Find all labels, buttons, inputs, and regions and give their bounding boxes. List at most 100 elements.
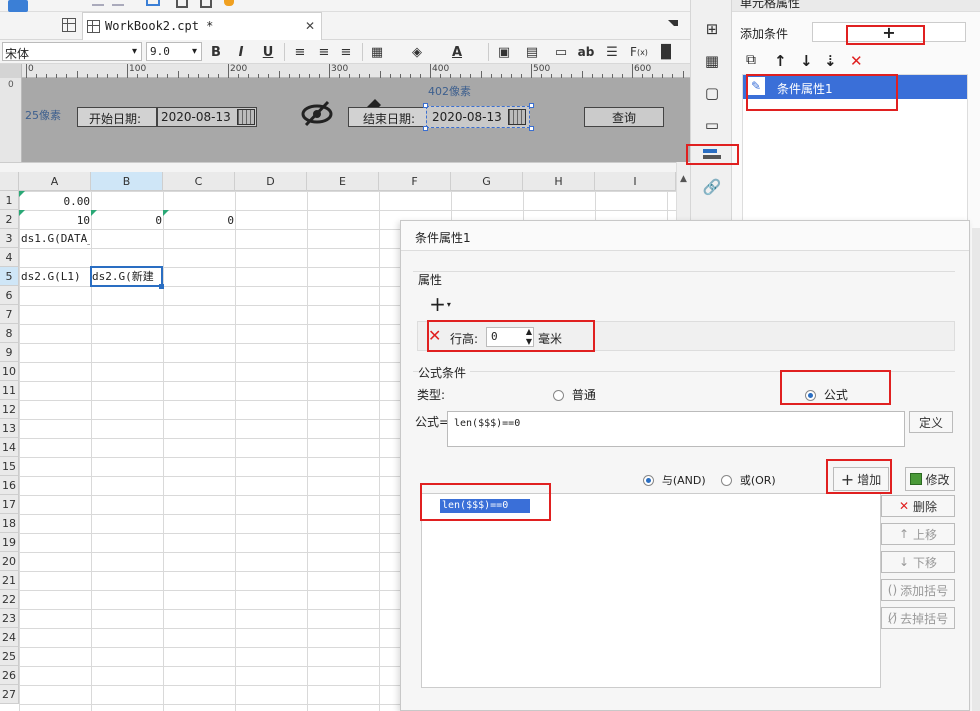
- row-header-11[interactable]: 11: [0, 381, 19, 400]
- row-header-21[interactable]: 21: [0, 571, 19, 590]
- column-header-g[interactable]: G: [451, 172, 523, 191]
- row-header-10[interactable]: 10: [0, 362, 19, 381]
- widget-icon[interactable]: ▭: [701, 114, 723, 136]
- row-header-18[interactable]: 18: [0, 514, 19, 533]
- or-radio[interactable]: 或(OR): [721, 472, 776, 488]
- move-bottom-icon[interactable]: ⇣: [824, 52, 837, 70]
- merge-cell-icon[interactable]: ▣: [495, 43, 513, 61]
- brush-icon[interactable]: [224, 0, 234, 6]
- outer-scrollbar[interactable]: [972, 228, 980, 711]
- type-formula-radio[interactable]: 公式: [805, 386, 848, 403]
- row-header-3[interactable]: 3: [0, 229, 19, 248]
- resize-handle[interactable]: [529, 103, 534, 108]
- row-header-5[interactable]: 5: [0, 267, 19, 286]
- fill-color-icon[interactable]: ◈: [408, 43, 426, 61]
- chart-icon[interactable]: ▐▌: [656, 43, 676, 61]
- delete-icon[interactable]: ✕: [850, 52, 863, 70]
- copy-icon[interactable]: ⧉: [746, 52, 756, 68]
- spinner-down-icon[interactable]: ▼: [526, 337, 532, 346]
- add-bracket-button[interactable]: () 添加括号: [881, 579, 955, 601]
- move-down-icon[interactable]: ↓: [800, 52, 813, 70]
- row-header-24[interactable]: 24: [0, 628, 19, 647]
- row-header-27[interactable]: 27: [0, 685, 19, 704]
- remove-attribute-icon[interactable]: ✕: [428, 326, 441, 345]
- tab-close-icon[interactable]: ✕: [305, 19, 315, 33]
- app-menu-icon[interactable]: [8, 0, 28, 12]
- row-height-input[interactable]: 0 ▲ ▼: [486, 327, 534, 347]
- row-header-6[interactable]: 6: [0, 286, 19, 305]
- cell-element-icon[interactable]: ▦: [701, 50, 723, 72]
- paragraph-icon[interactable]: ☰: [603, 43, 621, 61]
- italic-icon[interactable]: I: [232, 43, 250, 61]
- font-name-select[interactable]: 宋体 ▾: [2, 42, 142, 61]
- scroll-up-icon[interactable]: ▲: [680, 174, 687, 184]
- formula-icon[interactable]: F (x): [630, 43, 648, 61]
- modify-button[interactable]: 修改: [905, 467, 955, 491]
- row-header-8[interactable]: 8: [0, 324, 19, 343]
- undo-icon[interactable]: [92, 0, 104, 6]
- row-header-14[interactable]: 14: [0, 438, 19, 457]
- column-header-a[interactable]: A: [19, 172, 91, 191]
- redo-icon[interactable]: [112, 0, 124, 6]
- font-size-select[interactable]: 9.0 ▾: [146, 42, 202, 61]
- and-radio[interactable]: 与(AND): [643, 472, 706, 488]
- paste-icon[interactable]: [200, 0, 212, 8]
- move-up-icon[interactable]: ↑: [774, 52, 787, 70]
- column-header-e[interactable]: E: [307, 172, 379, 191]
- column-header-f[interactable]: F: [379, 172, 451, 191]
- cell-a2[interactable]: 10: [20, 211, 90, 230]
- sheet-grid-icon[interactable]: [62, 18, 76, 32]
- tab-menu-icon[interactable]: [668, 20, 678, 30]
- add-condition-button[interactable]: + 增加: [833, 467, 889, 491]
- row-header-12[interactable]: 12: [0, 400, 19, 419]
- row-header-22[interactable]: 22: [0, 590, 19, 609]
- cell-c2[interactable]: 0: [164, 211, 234, 230]
- delete-button[interactable]: ✕ 删除: [881, 495, 955, 517]
- insert-row-icon[interactable]: ▭: [552, 43, 570, 61]
- cell-b2[interactable]: 0: [92, 211, 162, 230]
- align-center-icon[interactable]: ≡: [315, 43, 333, 61]
- resize-handle[interactable]: [423, 103, 428, 108]
- border-icon[interactable]: ▦: [368, 43, 386, 61]
- calendar-icon[interactable]: [508, 109, 526, 125]
- resize-handle[interactable]: [529, 126, 534, 131]
- align-right-icon[interactable]: ≡: [337, 43, 355, 61]
- split-cell-icon[interactable]: ▤: [523, 43, 541, 61]
- calendar-icon[interactable]: [237, 109, 255, 125]
- align-left-icon[interactable]: ≡: [291, 43, 309, 61]
- row-header-1[interactable]: 1: [0, 191, 19, 210]
- row-header-15[interactable]: 15: [0, 457, 19, 476]
- condition-expression-item[interactable]: len($$$)==0: [440, 499, 530, 513]
- cell-a3[interactable]: ds1.G(DATA_: [21, 229, 90, 248]
- row-header-19[interactable]: 19: [0, 533, 19, 552]
- hidden-eye-icon[interactable]: [300, 99, 334, 127]
- move-up-button[interactable]: ↑ 上移: [881, 523, 955, 545]
- type-normal-radio[interactable]: 普通: [553, 386, 596, 403]
- spinner-up-icon[interactable]: ▲: [526, 327, 532, 336]
- row-header-13[interactable]: 13: [0, 419, 19, 438]
- underline-icon[interactable]: U: [259, 43, 277, 61]
- row-header-4[interactable]: 4: [0, 248, 19, 267]
- bold-icon[interactable]: B: [207, 43, 225, 61]
- query-button[interactable]: 查询: [584, 107, 664, 127]
- row-header-7[interactable]: 7: [0, 305, 19, 324]
- row-header-25[interactable]: 25: [0, 647, 19, 666]
- tab-workbook[interactable]: WorkBook2.cpt * ✕: [82, 12, 322, 40]
- column-header-b[interactable]: B: [91, 172, 163, 191]
- condition-list-item[interactable]: ✎ 条件属性1: [743, 75, 967, 99]
- move-down-button[interactable]: ↓ 下移: [881, 551, 955, 573]
- row-header-2[interactable]: 2: [0, 210, 19, 229]
- corner-select-all[interactable]: [0, 172, 19, 191]
- cell-a1[interactable]: 0.00: [20, 192, 91, 211]
- column-header-i[interactable]: I: [595, 172, 676, 191]
- column-header-c[interactable]: C: [163, 172, 235, 191]
- column-header-d[interactable]: D: [235, 172, 307, 191]
- row-header-23[interactable]: 23: [0, 609, 19, 628]
- add-condition-button[interactable]: +: [812, 22, 966, 42]
- define-button[interactable]: 定义: [909, 411, 953, 433]
- font-color-icon[interactable]: A: [448, 43, 466, 61]
- condition-attribute-icon[interactable]: [701, 146, 723, 162]
- row-header-9[interactable]: 9: [0, 343, 19, 362]
- border-frame-icon[interactable]: ▢: [701, 82, 723, 104]
- row-header-16[interactable]: 16: [0, 476, 19, 495]
